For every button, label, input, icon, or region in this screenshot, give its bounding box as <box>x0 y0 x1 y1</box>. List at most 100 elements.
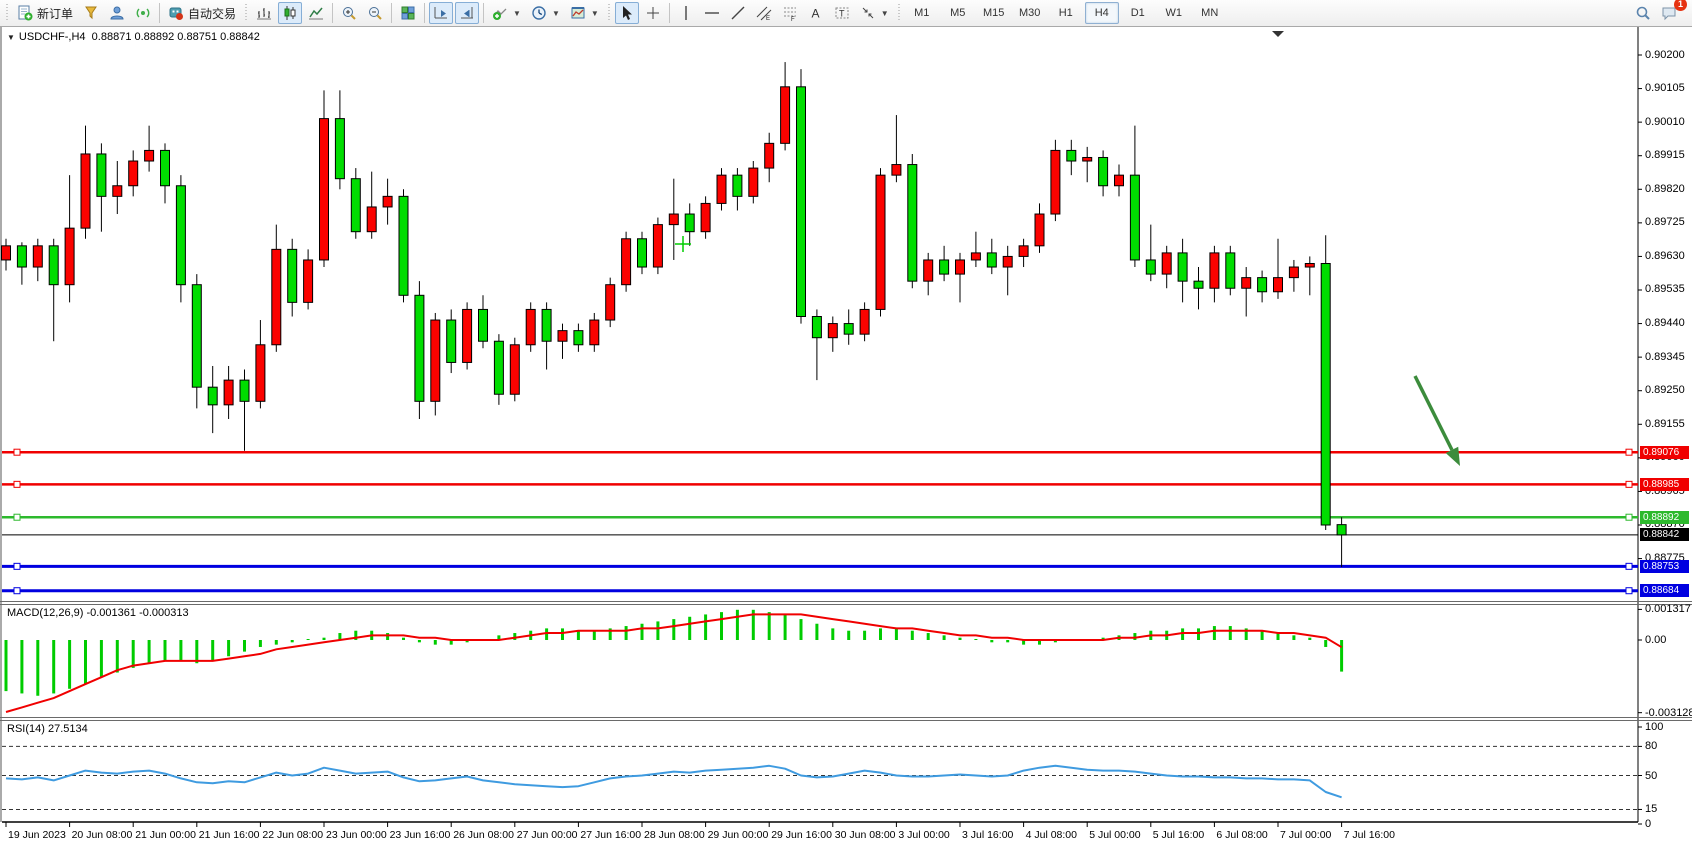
line-chart-button[interactable] <box>304 2 328 24</box>
crosshair-icon <box>645 5 661 21</box>
toolbar-grip[interactable] <box>244 4 248 22</box>
zoom-out-button[interactable] <box>363 2 387 24</box>
auto-scroll-icon <box>433 5 449 21</box>
templates-icon <box>570 5 586 21</box>
timeframe-button-m30[interactable]: M30 <box>1013 2 1047 24</box>
svg-text:T: T <box>839 9 845 19</box>
chart-canvas[interactable] <box>0 27 1692 850</box>
time-axis-label: 21 Jun 00:00 <box>135 829 196 841</box>
timeframe-button-d1[interactable]: D1 <box>1121 2 1155 24</box>
vertical-line-button[interactable] <box>674 2 698 24</box>
timeframe-button-w1[interactable]: W1 <box>1157 2 1191 24</box>
new-order-button[interactable]: 新订单 <box>13 2 77 24</box>
funnel-icon <box>83 5 99 21</box>
chevron-down-icon: ▼ <box>513 9 521 18</box>
templates-button[interactable]: ▼ <box>566 2 603 24</box>
bar-chart-button[interactable] <box>252 2 276 24</box>
chart-symbol: USDCHF-,H4 <box>19 31 86 43</box>
time-axis-label: 26 Jun 08:00 <box>453 829 514 841</box>
timeframe-button-m5[interactable]: M5 <box>941 2 975 24</box>
auto-scroll-button[interactable] <box>429 2 453 24</box>
timeframe-button-h4[interactable]: H4 <box>1085 2 1119 24</box>
text-label-button[interactable]: T <box>830 2 854 24</box>
indicators-button[interactable]: ▼ <box>488 2 525 24</box>
time-axis-label: 27 Jun 00:00 <box>517 829 578 841</box>
rsi-axis-label: 80 <box>1645 740 1657 752</box>
timeframe-button-mn[interactable]: MN <box>1193 2 1227 24</box>
price-tag: 0.88684 <box>1640 584 1689 597</box>
chart-window: ▼USDCHF-,H4 0.88871 0.88892 0.88751 0.88… <box>0 27 1692 850</box>
search-icon <box>1635 5 1651 21</box>
toolbar-grip[interactable] <box>897 4 901 22</box>
time-axis-label: 19 Jun 2023 <box>8 829 66 841</box>
timeframe-button-m15[interactable]: M15 <box>977 2 1011 24</box>
indicators-icon <box>492 5 508 21</box>
time-axis-label: 29 Jun 00:00 <box>708 829 769 841</box>
chart-shift-button[interactable] <box>455 2 479 24</box>
price-axis-label: 0.89250 <box>1645 384 1685 396</box>
horizontal-line-icon <box>704 5 720 21</box>
signals-button[interactable] <box>131 2 155 24</box>
trendline-button[interactable] <box>726 2 750 24</box>
rsi-axis-label: 100 <box>1645 721 1663 733</box>
rsi-axis-label: 0 <box>1645 818 1651 830</box>
profile-button[interactable] <box>105 2 129 24</box>
funnel-button[interactable] <box>79 2 103 24</box>
price-axis-label: 0.89915 <box>1645 149 1685 161</box>
clock-icon <box>531 5 547 21</box>
time-axis-label: 3 Jul 16:00 <box>962 829 1013 841</box>
time-axis-label: 3 Jul 00:00 <box>898 829 949 841</box>
horizontal-line-button[interactable] <box>700 2 724 24</box>
equidistant-channel-button[interactable]: E <box>752 2 776 24</box>
price-tag: 0.89076 <box>1640 446 1689 459</box>
trendline-icon <box>730 5 746 21</box>
time-axis-label: 7 Jul 16:00 <box>1344 829 1395 841</box>
chart-dropdown-icon[interactable]: ▼ <box>7 33 15 42</box>
vertical-line-icon <box>678 5 694 21</box>
fibonacci-icon: F <box>782 5 798 21</box>
line-chart-icon <box>308 5 324 21</box>
svg-text:A: A <box>811 7 819 21</box>
price-tag: 0.88985 <box>1640 478 1689 491</box>
time-axis-label: 5 Jul 16:00 <box>1153 829 1204 841</box>
cursor-button[interactable] <box>615 2 639 24</box>
fibonacci-button[interactable]: F <box>778 2 802 24</box>
profile-icon <box>109 5 125 21</box>
auto-trading-icon <box>168 5 184 21</box>
macd-indicator-label: MACD(12,26,9) -0.001361 -0.000313 <box>7 607 189 619</box>
time-axis-label: 23 Jun 16:00 <box>390 829 451 841</box>
chat-button[interactable]: 1 <box>1657 2 1681 24</box>
main-toolbar: 新订单 自动交易 ▼ ▼ <box>0 0 1692 27</box>
crosshair-button[interactable] <box>641 2 665 24</box>
timeframe-bar: M1M5M15M30H1H4D1W1MN <box>904 2 1228 24</box>
chat-badge: 1 <box>1674 0 1687 11</box>
time-axis-label: 21 Jun 16:00 <box>199 829 260 841</box>
toolbar-grip[interactable] <box>5 4 9 22</box>
timeframe-button-h1[interactable]: H1 <box>1049 2 1083 24</box>
price-axis-label: 0.89820 <box>1645 183 1685 195</box>
svg-text:E: E <box>766 16 770 21</box>
auto-trading-button[interactable]: 自动交易 <box>164 2 240 24</box>
price-tag: 0.88753 <box>1640 560 1689 573</box>
search-button[interactable] <box>1631 2 1655 24</box>
text-button[interactable]: A <box>804 2 828 24</box>
tile-windows-button[interactable] <box>396 2 420 24</box>
arrows-button[interactable]: ▼ <box>856 2 893 24</box>
time-axis-label: 23 Jun 00:00 <box>326 829 387 841</box>
channel-icon: E <box>756 5 772 21</box>
periods-button[interactable]: ▼ <box>527 2 564 24</box>
timeframe-button-m1[interactable]: M1 <box>905 2 939 24</box>
auto-trading-label: 自动交易 <box>188 5 236 22</box>
zoom-in-button[interactable] <box>337 2 361 24</box>
chevron-down-icon: ▼ <box>552 9 560 18</box>
cursor-icon <box>619 5 635 21</box>
time-axis-label: 6 Jul 08:00 <box>1216 829 1267 841</box>
candlestick-chart-button[interactable] <box>278 2 302 24</box>
macd-axis-label: 0.001317 <box>1645 603 1691 615</box>
time-axis-label: 22 Jun 08:00 <box>262 829 323 841</box>
price-axis-label: 0.89725 <box>1645 216 1685 228</box>
time-axis-label: 20 Jun 08:00 <box>72 829 133 841</box>
time-axis-label: 29 Jun 16:00 <box>771 829 832 841</box>
toolbar-grip[interactable] <box>607 4 611 22</box>
macd-axis-label: 0.00 <box>1645 634 1666 646</box>
